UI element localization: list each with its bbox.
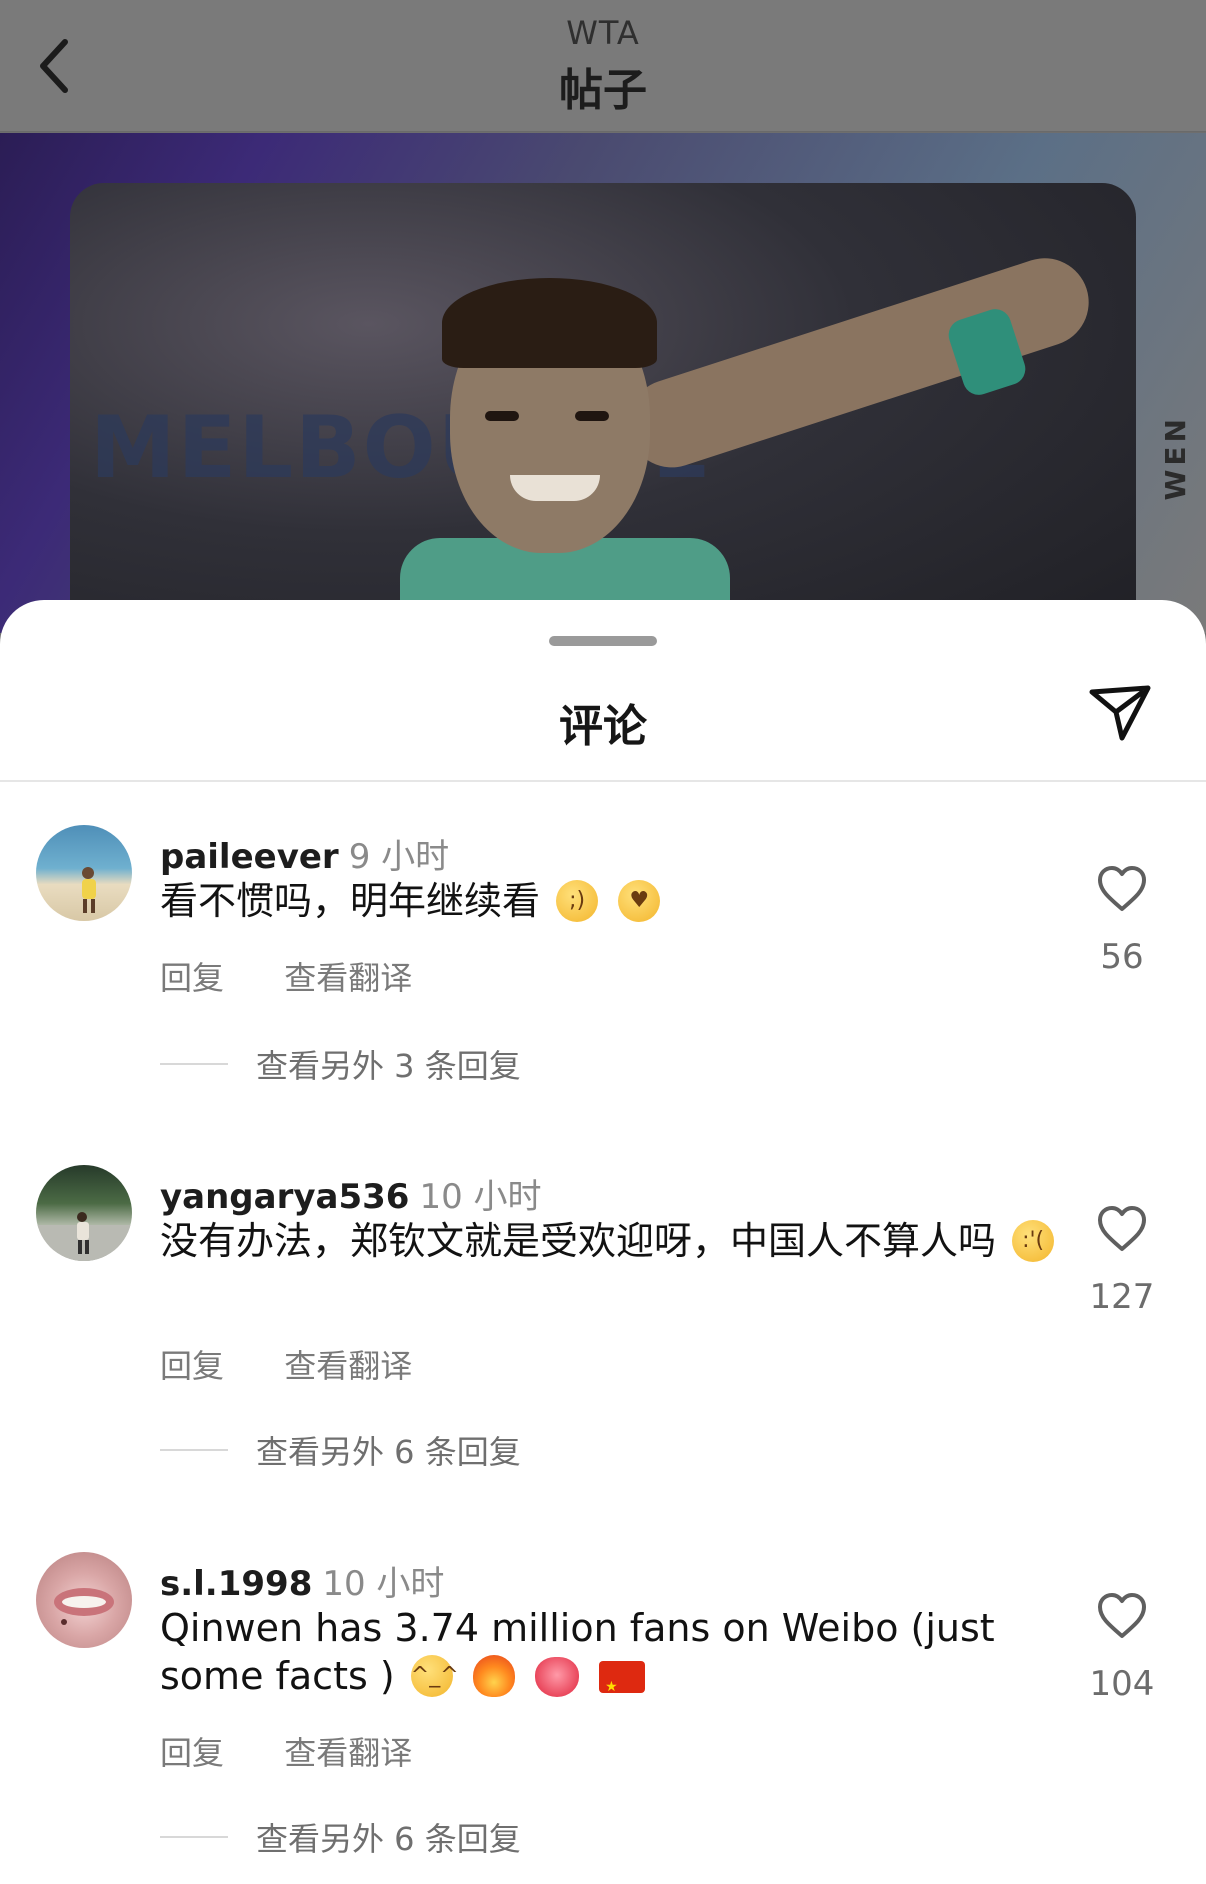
relieved-face-icon: ^_^ bbox=[410, 1655, 459, 1697]
heart-on-fire-icon bbox=[534, 1657, 579, 1697]
translate-button[interactable]: 查看翻译 bbox=[284, 959, 412, 997]
avatar[interactable] bbox=[36, 825, 132, 921]
like-button[interactable] bbox=[1096, 1592, 1148, 1640]
comment-time: 9 小时 bbox=[348, 837, 450, 877]
avatar-figure bbox=[36, 1212, 132, 1261]
top-bar: WTA 帖子 bbox=[0, 0, 1206, 132]
photo-hair bbox=[442, 278, 657, 368]
avatar-figure bbox=[54, 1588, 114, 1625]
view-more-replies[interactable]: 查看另外 6 条回复 bbox=[160, 1427, 521, 1473]
photo-eye-right bbox=[575, 411, 609, 421]
reply-button[interactable]: 回复 bbox=[160, 1347, 224, 1385]
heart-outline-icon bbox=[1098, 1206, 1146, 1251]
comments-sheet: 评论 paileever 9 小时 看不惯吗，明年继续看 ;) ♥ 回复 查看翻译 bbox=[0, 600, 1206, 1884]
crying-face-icon: :'( bbox=[1012, 1220, 1055, 1262]
comment-actions: 回复 查看翻译 bbox=[160, 1728, 462, 1774]
china-flag-icon bbox=[599, 1661, 646, 1711]
view-more-replies[interactable]: 查看另外 3 条回复 bbox=[160, 1041, 521, 1087]
comment-body: 看不惯吗，明年继续看 bbox=[160, 879, 541, 923]
comment-text: Qinwen has 3.74 million fans on Weibo (j… bbox=[160, 1604, 1060, 1711]
account-name: WTA bbox=[566, 14, 640, 52]
sheet-title: 评论 bbox=[559, 701, 647, 752]
replies-divider-line bbox=[160, 1063, 228, 1065]
like-count: 104 bbox=[1089, 1664, 1155, 1704]
reply-button[interactable]: 回复 bbox=[160, 959, 224, 997]
sheet-grabber[interactable] bbox=[549, 636, 657, 646]
comment-meta: paileever 9 小时 bbox=[160, 829, 449, 878]
comment-text: 没有办法，郑钦文就是受欢迎呀，中国人不算人吗 :'( bbox=[160, 1217, 1060, 1265]
translate-button[interactable]: 查看翻译 bbox=[284, 1347, 412, 1385]
face-blowing-kiss-icon: ♥ bbox=[618, 880, 661, 922]
post-photo: MELBOURNE bbox=[70, 183, 1136, 633]
comment-actions: 回复 查看翻译 bbox=[160, 953, 462, 999]
like-count: 127 bbox=[1089, 1277, 1155, 1317]
comment-time: 10 小时 bbox=[322, 1564, 445, 1604]
reply-button[interactable]: 回复 bbox=[160, 1734, 224, 1772]
like-count: 56 bbox=[1100, 937, 1144, 977]
comment-text: 看不惯吗，明年继续看 ;) ♥ bbox=[160, 877, 1060, 925]
replies-divider-line bbox=[160, 1836, 228, 1838]
page-title: 帖子 bbox=[559, 65, 647, 116]
photo-arm bbox=[616, 246, 1101, 479]
comment-username[interactable]: s.l.1998 bbox=[160, 1564, 312, 1604]
avatar[interactable] bbox=[36, 1165, 132, 1261]
comment-username[interactable]: yangarya536 bbox=[160, 1177, 409, 1217]
post-image-backdrop: MELBOURNE WEN bbox=[0, 133, 1206, 633]
side-caption: WEN bbox=[1159, 415, 1192, 501]
photo-smile bbox=[510, 475, 600, 501]
send-icon bbox=[1089, 685, 1151, 741]
more-replies-label: 查看另外 6 条回复 bbox=[256, 1433, 521, 1471]
heart-outline-icon bbox=[1098, 866, 1146, 911]
fire-icon bbox=[472, 1655, 515, 1697]
comment-username[interactable]: paileever bbox=[160, 837, 339, 877]
avatar-figure bbox=[82, 867, 96, 913]
comment-body: 没有办法，郑钦文就是受欢迎呀，中国人不算人吗 bbox=[160, 1219, 997, 1263]
comment-meta: s.l.1998 10 小时 bbox=[160, 1556, 444, 1605]
replies-divider-line bbox=[160, 1449, 228, 1451]
more-replies-label: 查看另外 3 条回复 bbox=[256, 1047, 521, 1085]
sheet-divider bbox=[0, 780, 1206, 782]
share-button[interactable] bbox=[1082, 678, 1158, 748]
comment-meta: yangarya536 10 小时 bbox=[160, 1169, 542, 1218]
view-more-replies[interactable]: 查看另外 6 条回复 bbox=[160, 1814, 521, 1860]
avatar[interactable] bbox=[36, 1552, 132, 1648]
photo-eye-left bbox=[485, 411, 519, 421]
heart-outline-icon bbox=[1098, 1593, 1146, 1638]
like-button[interactable] bbox=[1096, 865, 1148, 913]
more-replies-label: 查看另外 6 条回复 bbox=[256, 1820, 521, 1858]
winking-face-icon: ;) bbox=[556, 880, 599, 922]
like-button[interactable] bbox=[1096, 1205, 1148, 1253]
comment-time: 10 小时 bbox=[419, 1177, 542, 1217]
translate-button[interactable]: 查看翻译 bbox=[284, 1734, 412, 1772]
comment-actions: 回复 查看翻译 bbox=[160, 1341, 462, 1387]
